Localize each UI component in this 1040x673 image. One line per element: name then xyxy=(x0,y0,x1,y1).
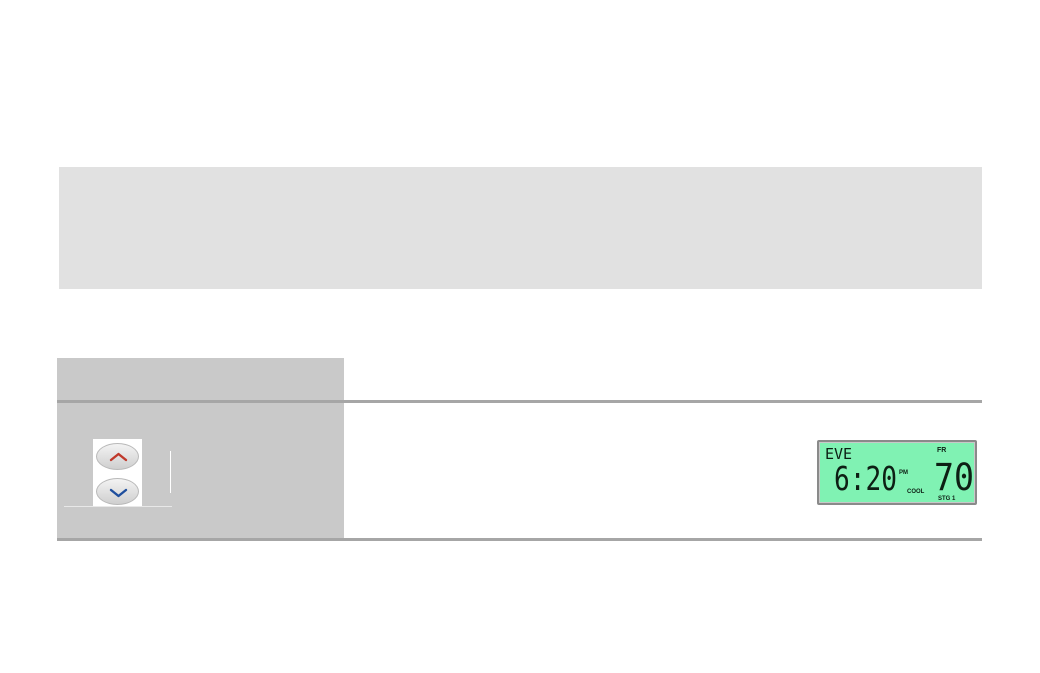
table-divider-bottom xyxy=(57,538,982,541)
lcd-setpoint: 70 xyxy=(934,456,974,499)
lcd-meridiem: PM xyxy=(899,470,908,476)
chevron-up-icon xyxy=(109,452,128,462)
table-header-cell xyxy=(57,358,344,401)
panel-baseline xyxy=(64,506,172,507)
temperature-down-button[interactable] xyxy=(96,478,139,505)
temperature-up-button[interactable] xyxy=(96,443,139,470)
chevron-down-icon xyxy=(109,488,128,498)
lcd-time: 6:20 xyxy=(834,459,897,498)
panel-divider xyxy=(170,451,171,493)
lcd-stage: STG 1 xyxy=(938,496,956,502)
banner-panel xyxy=(59,167,982,289)
lcd-day: FR xyxy=(937,447,946,454)
lcd-mode: COOL xyxy=(907,489,925,495)
thermostat-lcd-display: EVE FR 6:20 PM COOL 70 STG 1 xyxy=(817,440,977,505)
